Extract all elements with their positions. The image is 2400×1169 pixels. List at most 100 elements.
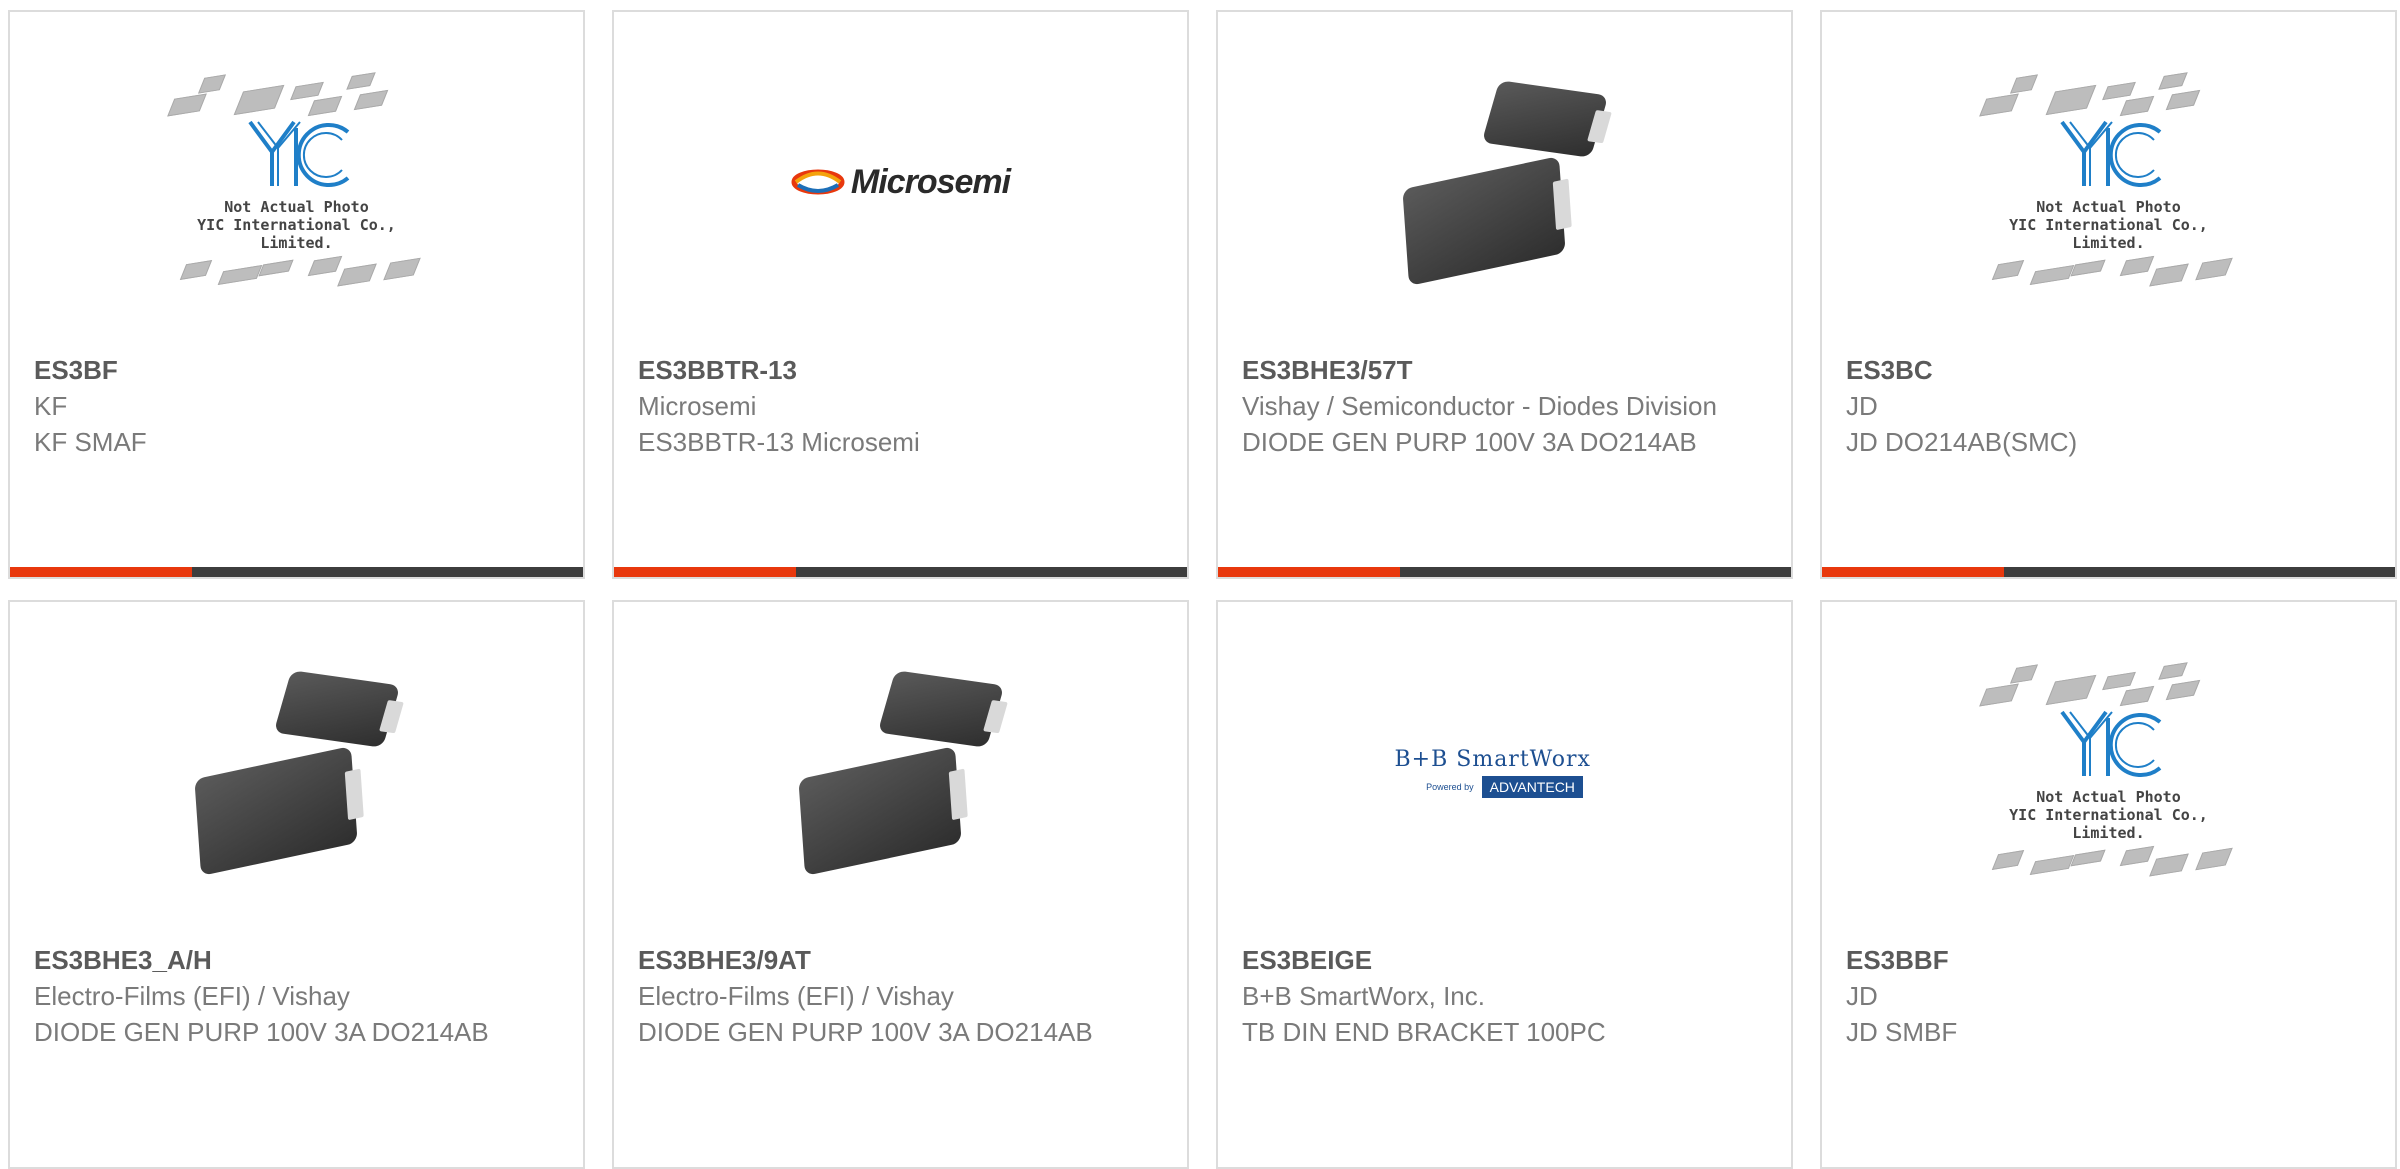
diode-package [1401, 156, 1572, 286]
diode-lead [982, 700, 1008, 734]
diode-lead [948, 768, 968, 821]
product-image[interactable]: Microsemi [614, 12, 1187, 352]
placeholder-company: YIC International Co., Limited. [2009, 806, 2208, 842]
description: JD DO214AB(SMC) [1846, 427, 2078, 457]
part-number[interactable]: ES3BHE3_A/H [34, 942, 559, 978]
manufacturer: Vishay / Semiconductor - Diodes Division [1242, 391, 1717, 421]
chip-illustration [336, 263, 377, 287]
placeholder-company: YIC International Co., Limited. [2009, 216, 2208, 252]
manufacturer: B+B SmartWorx, Inc. [1242, 981, 1485, 1011]
chip-illustration [2045, 674, 2096, 706]
diode-lead [1552, 178, 1572, 231]
manufacturer: Microsemi [638, 391, 757, 421]
description: TB DIN END BRACKET 100PC [1242, 1017, 1606, 1047]
chip-illustration [2009, 74, 2038, 94]
chip-illustration [217, 264, 262, 286]
chip-illustration [2029, 264, 2074, 286]
product-card[interactable]: Not Actual Photo YIC International Co., L… [1820, 10, 2397, 579]
product-card[interactable]: ES3BHE3/57T Vishay / Semiconductor - Dio… [1216, 10, 1793, 579]
chip-illustration [2165, 679, 2200, 701]
diode-package [877, 670, 1008, 748]
product-image[interactable] [1218, 12, 1791, 352]
yic-logo-icon [2059, 120, 2161, 187]
chip-illustration [289, 81, 324, 101]
placeholder-company: YIC International Co., Limited. [197, 216, 396, 252]
diode-photo [796, 667, 1008, 877]
chip-illustration [2157, 72, 2188, 90]
product-card[interactable]: B+B SmartWorx Powered by ADVANTECH ES3BE… [1216, 600, 1793, 1169]
description: DIODE GEN PURP 100V 3A DO214AB [1242, 427, 1697, 457]
diode-photo [192, 667, 404, 877]
product-image[interactable]: B+B SmartWorx Powered by ADVANTECH [1218, 602, 1791, 942]
card-bottom-bar [10, 567, 583, 577]
chip-illustration [1991, 260, 2024, 280]
part-number[interactable]: ES3BBF [1846, 942, 2371, 978]
chip-illustration [353, 89, 388, 111]
yic-logo-icon [2059, 710, 2161, 777]
microsemi-logo: Microsemi [791, 163, 1011, 202]
product-image[interactable]: Not Actual Photo YIC International Co., L… [1822, 602, 2395, 942]
chip-illustration [2069, 849, 2106, 867]
product-card[interactable]: Not Actual Photo YIC International Co., L… [8, 10, 585, 579]
diode-lead [1586, 110, 1612, 144]
chip-illustration [2009, 664, 2038, 684]
diode-package [193, 746, 364, 876]
chip-illustration [345, 72, 376, 90]
chip-illustration [1991, 850, 2024, 870]
part-number[interactable]: ES3BEIGE [1242, 942, 1767, 978]
chip-illustration [2101, 671, 2136, 691]
diode-lead [378, 700, 404, 734]
chip-illustration [1978, 683, 2019, 707]
diode-package [797, 746, 968, 876]
chip-illustration [2119, 845, 2154, 867]
part-number[interactable]: ES3BF [34, 352, 559, 388]
chip-illustration [257, 259, 294, 277]
product-card[interactable]: Not Actual Photo YIC International Co., L… [1820, 600, 2397, 1169]
product-card[interactable]: ES3BHE3/9AT Electro-Films (EFI) / Vishay… [612, 600, 1189, 1169]
description: ES3BBTR-13 Microsemi [638, 427, 920, 457]
card-bottom-bar [1822, 567, 2395, 577]
description: KF SMAF [34, 427, 147, 457]
diode-photo [1400, 77, 1612, 287]
chip-illustration [2101, 81, 2136, 101]
manufacturer: JD [1846, 391, 1878, 421]
chip-illustration [1978, 93, 2019, 117]
product-image[interactable] [10, 602, 583, 942]
chip-illustration [2194, 847, 2233, 871]
chip-illustration [2165, 89, 2200, 111]
chip-illustration [2157, 662, 2188, 680]
description: DIODE GEN PURP 100V 3A DO214AB [34, 1017, 489, 1047]
chip-illustration [2119, 685, 2154, 707]
chip-illustration [307, 255, 342, 277]
product-image[interactable]: Not Actual Photo YIC International Co., L… [1822, 12, 2395, 352]
part-number[interactable]: ES3BHE3/9AT [638, 942, 1163, 978]
description: DIODE GEN PURP 100V 3A DO214AB [638, 1017, 1093, 1047]
chip-illustration [233, 84, 284, 116]
chip-illustration [307, 95, 342, 117]
product-image[interactable]: Not Actual Photo YIC International Co., L… [10, 12, 583, 352]
yic-logo-icon [247, 120, 349, 187]
chip-illustration [2148, 263, 2189, 287]
placeholder-caption: Not Actual Photo [2036, 198, 2181, 216]
chip-illustration [2069, 259, 2106, 277]
card-bottom-bar [1218, 567, 1791, 577]
card-bottom-bar [614, 567, 1187, 577]
chip-illustration [2119, 255, 2154, 277]
chip-illustration [2148, 853, 2189, 877]
bb-smartworx-logo: B+B SmartWorx Powered by ADVANTECH [1395, 747, 1615, 798]
manufacturer: Electro-Films (EFI) / Vishay [34, 981, 350, 1011]
part-number[interactable]: ES3BHE3/57T [1242, 352, 1767, 388]
chip-illustration [166, 93, 207, 117]
part-number[interactable]: ES3BC [1846, 352, 2371, 388]
product-image[interactable] [614, 602, 1187, 942]
product-card[interactable]: Microsemi ES3BBTR-13 Microsemi ES3BBTR-1… [612, 10, 1189, 579]
manufacturer: Electro-Films (EFI) / Vishay [638, 981, 954, 1011]
chip-illustration [2119, 95, 2154, 117]
manufacturer: JD [1846, 981, 1878, 1011]
description: JD SMBF [1846, 1017, 1958, 1047]
placeholder-caption: Not Actual Photo [224, 198, 369, 216]
placeholder-image: Not Actual Photo YIC International Co., L… [1974, 62, 2244, 302]
product-card[interactable]: ES3BHE3_A/H Electro-Films (EFI) / Vishay… [8, 600, 585, 1169]
part-number[interactable]: ES3BBTR-13 [638, 352, 1163, 388]
chip-illustration [382, 257, 421, 281]
